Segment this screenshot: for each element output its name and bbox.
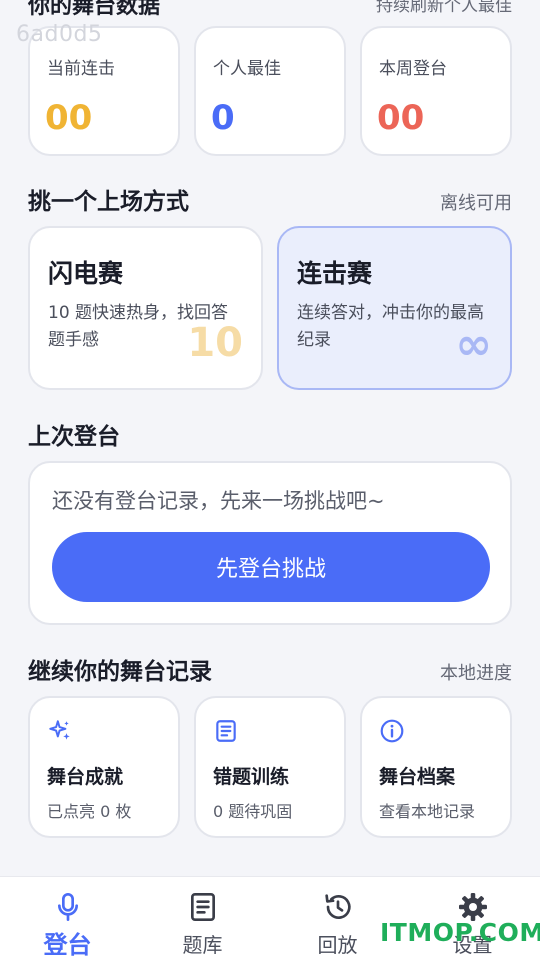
mode-title: 闪电赛	[48, 259, 124, 288]
stats-section-aside: 持续刷新个人最佳	[376, 0, 512, 16]
record-card-achievements[interactable]: 舞台成就 已点亮 0 枚	[28, 696, 180, 838]
overlay-watermark-id: 6ad0d5	[16, 22, 103, 47]
record-title: 错题训练	[213, 766, 290, 788]
stat-label: 当前连击	[47, 59, 115, 79]
record-title: 舞台成就	[47, 766, 124, 788]
last-stage-card: 还没有登台记录，先来一场挑战吧~ 先登台挑战	[28, 461, 512, 625]
nav-label: 登台	[43, 931, 92, 959]
nav-label: 题库	[182, 933, 223, 957]
start-challenge-button[interactable]: 先登台挑战	[52, 532, 490, 602]
info-icon	[380, 719, 404, 743]
record-card-mistakes[interactable]: 错题训练 0 题待巩固	[194, 696, 346, 838]
empty-state-text: 还没有登台记录，先来一场挑战吧~	[52, 489, 385, 513]
stat-value: 0	[211, 98, 235, 138]
stat-value: 00	[377, 98, 425, 138]
nav-item-stage[interactable]: 登台	[0, 877, 135, 960]
stat-card-personal-best: 个人最佳 0	[194, 26, 346, 156]
mode-card-lightning[interactable]: 闪电赛 10 题快速热身，找回答题手感 10	[28, 226, 263, 390]
mode-title: 连击赛	[297, 259, 373, 288]
records-section-title: 继续你的舞台记录	[28, 659, 212, 685]
stat-label: 个人最佳	[213, 59, 281, 79]
stat-value: 00	[45, 98, 93, 138]
records-section-aside: 本地进度	[440, 663, 512, 684]
mode-section-title: 挑一个上场方式	[28, 189, 189, 215]
record-title: 舞台档案	[379, 766, 456, 788]
microphone-icon	[57, 893, 78, 921]
question-bank-icon	[190, 893, 215, 921]
mode-card-combo[interactable]: 连击赛 连续答对，冲击你的最高纪录 ∞	[277, 226, 512, 390]
stat-card-weekly-stages: 本周登台 00	[360, 26, 512, 156]
last-stage-title: 上次登台	[28, 424, 120, 450]
record-subtitle: 0 题待巩固	[213, 802, 293, 821]
record-card-archive[interactable]: 舞台档案 查看本地记录	[360, 696, 512, 838]
site-watermark: ITMOP.COM	[380, 918, 540, 947]
stats-section-title: 你的舞台数据	[28, 0, 161, 19]
replay-icon	[324, 894, 351, 919]
infinity-icon: ∞	[455, 319, 492, 370]
stat-label: 本周登台	[379, 59, 447, 79]
record-subtitle: 查看本地记录	[379, 802, 476, 821]
mode-section-aside: 离线可用	[440, 193, 512, 214]
sparkle-icon	[49, 720, 70, 740]
notebook-icon	[216, 720, 236, 742]
mode-big-number: 10	[187, 320, 243, 366]
nav-item-question-bank[interactable]: 题库	[135, 877, 270, 960]
record-subtitle: 已点亮 0 枚	[47, 802, 132, 821]
